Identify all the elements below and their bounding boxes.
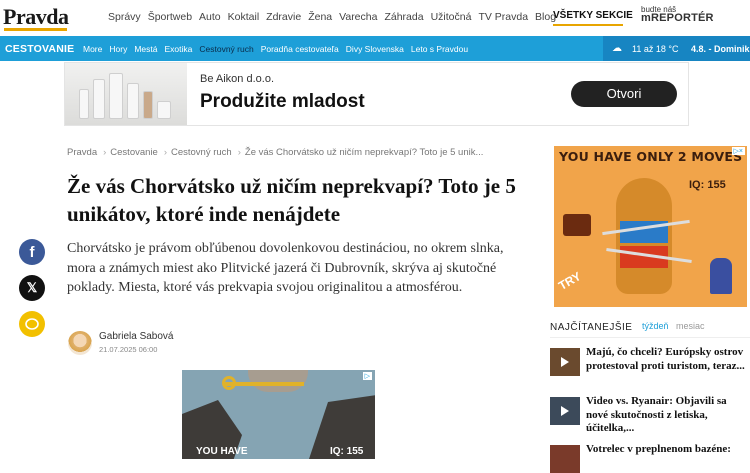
game-ad-iq: IQ: 155 xyxy=(689,179,726,191)
nav-item-koktail[interactable]: Koktail xyxy=(228,11,260,23)
nav-item-zena[interactable]: Žena xyxy=(308,11,332,23)
breadcrumb-item[interactable]: Pravda xyxy=(67,147,97,158)
breadcrumb-item[interactable]: Cestovanie xyxy=(110,147,158,158)
article-headline: Že vás Chorvátsko už ničím neprekvapí? T… xyxy=(67,174,516,226)
all-sections-button[interactable]: VŠETKY SEKCIE xyxy=(553,10,633,21)
sidebar-game-ad[interactable]: YOU HAVE ONLY 2 MOVES ▷× IQ: 155 TRY xyxy=(554,146,747,307)
section-item-mesta[interactable]: Mestá xyxy=(134,44,157,54)
section-item-leto-s-pravdou[interactable]: Leto s Pravdou xyxy=(411,44,468,54)
ad-company: Be Aikon d.o.o. xyxy=(200,73,274,85)
list-item-title: Votrelec v preplnenom bazéne: xyxy=(586,443,731,455)
breadcrumb-separator: › xyxy=(103,147,107,158)
tab-week[interactable]: týždeň xyxy=(642,321,669,331)
nav-item-sportweb[interactable]: Športweb xyxy=(148,11,192,23)
comments-button[interactable] xyxy=(19,311,45,337)
ad-choices-icon[interactable]: ▷× xyxy=(731,147,745,155)
key-shaft xyxy=(224,382,304,386)
breadcrumb-current: Že vás Chorvátsko už ničím neprekvapí? T… xyxy=(244,147,484,158)
x-share-button[interactable]: 𝕏 xyxy=(19,275,45,301)
author-name[interactable]: Gabriela Sabová xyxy=(99,331,174,342)
main-nav: Správy Športweb Auto Koktail Zdravie Žen… xyxy=(108,11,563,23)
nav-item-uzitocna[interactable]: Užitočná xyxy=(431,11,472,23)
cloud-icon: ☁ xyxy=(612,43,622,54)
tab-month[interactable]: mesiac xyxy=(676,321,705,331)
list-item-title: Video vs. Ryanair: Objavili sa nové skut… xyxy=(586,395,727,434)
all-sections-underline xyxy=(553,24,623,26)
top-navigation: Pravda Správy Športweb Auto Koktail Zdra… xyxy=(0,0,750,36)
ad-text-right: IQ: 155 xyxy=(330,446,364,457)
article-thumbnail xyxy=(550,445,580,473)
weather-widget[interactable]: ☁ 11 až 18 °C 4.8. - Dominik xyxy=(603,36,750,61)
ad-headline: Produžite mladost xyxy=(200,91,365,112)
game-character xyxy=(710,258,732,294)
list-item-title: Majú, čo chceli? Európsky ostrov protest… xyxy=(586,346,745,372)
section-title[interactable]: CESTOVANIE xyxy=(5,43,74,55)
game-ad-title: YOU HAVE ONLY 2 MOVES xyxy=(559,149,743,164)
ad-choices-icon[interactable]: ▷ xyxy=(362,372,372,380)
nav-item-zahrada[interactable]: Záhrada xyxy=(384,11,423,23)
divider xyxy=(550,337,750,338)
author-avatar[interactable] xyxy=(68,331,92,355)
article-date: 21.07.2025 06:00 xyxy=(99,345,158,354)
reporter-brand: mREPORTÉR xyxy=(641,12,714,24)
section-item-more[interactable]: More xyxy=(83,44,102,54)
breadcrumb-item[interactable]: Cestovný ruch xyxy=(171,147,232,158)
section-item-poradna[interactable]: Poradňa cestovateľa xyxy=(261,44,339,54)
site-logo[interactable]: Pravda xyxy=(3,4,69,30)
breadcrumb-separator: › xyxy=(163,147,167,158)
nav-item-varecha[interactable]: Varecha xyxy=(339,11,377,23)
section-item-cestovny-ruch[interactable]: Cestovný ruch xyxy=(199,44,253,54)
article-thumbnail xyxy=(550,348,580,376)
section-item-hory[interactable]: Hory xyxy=(109,44,127,54)
game-badge-icon xyxy=(563,214,591,236)
nav-item-tv-pravda[interactable]: TV Pravda xyxy=(478,11,528,23)
ad-banner[interactable]: Be Aikon d.o.o. Produžite mladost Otvori xyxy=(64,62,689,126)
nav-item-auto[interactable]: Auto xyxy=(199,11,221,23)
facebook-icon: f xyxy=(29,243,35,261)
logo-underline xyxy=(4,28,67,31)
section-item-divy-slovenska[interactable]: Divy Slovenska xyxy=(346,44,404,54)
section-item-exotika[interactable]: Exotika xyxy=(164,44,192,54)
x-icon: 𝕏 xyxy=(26,280,38,295)
most-read-tabs: týždeň mesiac xyxy=(642,321,705,331)
weather-temperature: 11 až 18 °C xyxy=(632,44,679,54)
nav-item-zdravie[interactable]: Zdravie xyxy=(266,11,301,23)
play-icon xyxy=(561,357,569,367)
article-thumbnail xyxy=(550,397,580,425)
game-ad-try: TRY xyxy=(556,269,584,293)
nav-item-spravy[interactable]: Správy xyxy=(108,11,141,23)
section-nav: More Hory Mestá Exotika Cestovný ruch Po… xyxy=(83,44,475,54)
breadcrumb: Pravda › Cestovanie › Cestovný ruch › Že vás C… xyxy=(67,147,485,158)
play-icon xyxy=(561,406,569,416)
facebook-share-button[interactable]: f xyxy=(19,239,45,265)
ad-product-image xyxy=(65,63,187,125)
chat-bubble-icon xyxy=(25,317,39,330)
reporter-link[interactable]: budte náš mREPORTÉR xyxy=(641,5,714,24)
inline-game-ad[interactable]: YOU HAVE IQ: 155 ▷ xyxy=(182,370,375,459)
ad-open-button[interactable]: Otvori xyxy=(571,81,677,107)
ad-text-left: YOU HAVE xyxy=(196,446,248,457)
ad-hand xyxy=(248,370,308,392)
most-read-title: NAJČÍTANEJŠIE xyxy=(550,322,633,333)
article-perex: Chorvátsko je právom obľúbenou dovolenko… xyxy=(67,241,504,295)
breadcrumb-separator: › xyxy=(237,147,241,158)
name-day: 4.8. - Dominik xyxy=(691,44,750,54)
